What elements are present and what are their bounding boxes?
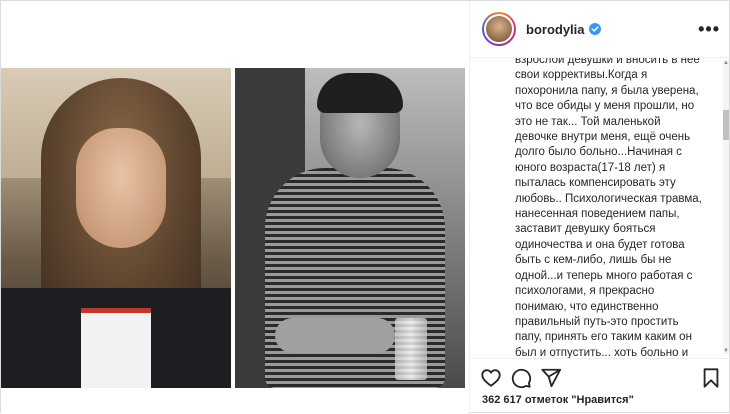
likes-count[interactable]: 362 617 отметок "Нравится" (482, 394, 634, 406)
instagram-post: borodylia ••• взрослой девушки и вносить… (0, 0, 730, 414)
caption-area[interactable]: взрослой девушки и вносить в нее свои ко… (470, 58, 730, 358)
post-sidebar: borodylia ••• взрослой девушки и вносить… (469, 1, 730, 414)
man-hair (317, 73, 403, 113)
username-link[interactable]: borodylia (526, 22, 585, 37)
folded-arms (275, 318, 395, 353)
post-header: borodylia ••• (470, 1, 730, 58)
more-options-icon[interactable]: ••• (698, 19, 720, 40)
paper-plane-icon[interactable] (540, 367, 562, 389)
caption-text: взрослой девушки и вносить в нее свои ко… (515, 58, 702, 358)
verified-badge-icon (588, 23, 601, 35)
post-media[interactable] (1, 1, 469, 414)
caption-scrollbar[interactable]: ▲ ▼ (723, 60, 729, 354)
comment-icon[interactable] (510, 367, 532, 389)
scroll-down-arrow-icon[interactable]: ▼ (723, 348, 729, 354)
action-bar (470, 358, 730, 394)
photo-man-bw (235, 68, 465, 388)
face (76, 128, 166, 248)
story-ring[interactable] (482, 12, 516, 46)
scroll-thumb[interactable] (723, 110, 729, 140)
drinking-glass (395, 318, 427, 380)
shirt (81, 308, 151, 388)
photo-woman (1, 68, 231, 388)
heart-icon[interactable] (480, 367, 502, 389)
scroll-up-arrow-icon[interactable]: ▲ (723, 60, 729, 66)
avatar[interactable] (484, 14, 514, 44)
bookmark-icon[interactable] (700, 367, 722, 389)
